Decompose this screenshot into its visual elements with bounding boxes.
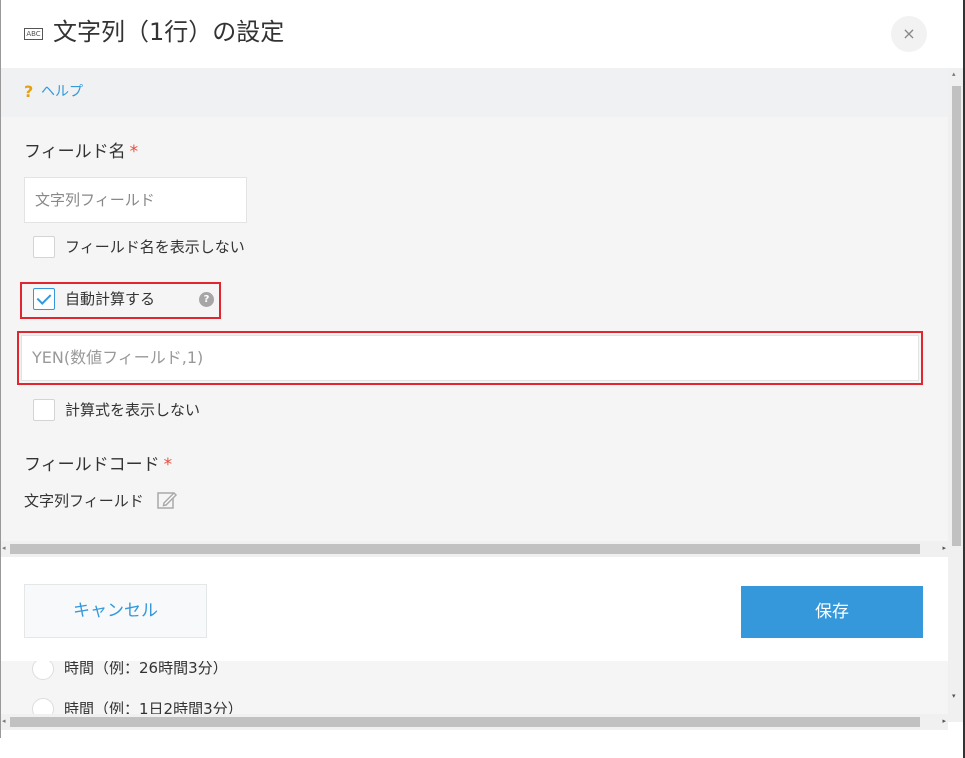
background-form: 時間（例：26時間3分） 時間（例：1日2時間3分） bbox=[0, 661, 948, 722]
horizontal-scrollbar[interactable]: ◂ ▸ bbox=[0, 541, 948, 557]
settings-dialog: ABC 文字列（1行）の設定 × ? ヘルプ フィールド名 * 文字列フィールド … bbox=[0, 0, 965, 758]
scroll-left-icon[interactable]: ◂ bbox=[2, 544, 6, 552]
hide-formula-checkbox[interactable] bbox=[33, 399, 55, 421]
edit-icon[interactable] bbox=[156, 489, 178, 511]
dialog-title: 文字列（1行）の設定 bbox=[53, 18, 285, 46]
field-code-label-text: フィールドコード bbox=[24, 455, 160, 475]
auto-calc-label: 自動計算する bbox=[65, 290, 156, 308]
abc-text-icon: ABC bbox=[24, 28, 43, 40]
help-circle-icon[interactable]: ? bbox=[199, 292, 214, 307]
bottom-strip bbox=[0, 738, 965, 758]
hide-field-name-checkbox[interactable] bbox=[33, 236, 55, 258]
auto-calc-checkbox[interactable] bbox=[33, 288, 55, 310]
help-bar: ? ヘルプ bbox=[0, 68, 948, 117]
scroll-left-icon[interactable]: ◂ bbox=[2, 717, 6, 725]
scroll-down-icon[interactable]: ▾ bbox=[952, 692, 956, 700]
hide-field-name-row[interactable]: フィールド名を表示しない bbox=[33, 236, 273, 260]
save-button[interactable]: 保存 bbox=[741, 586, 923, 638]
dialog-footer: キャンセル 保存 bbox=[0, 557, 948, 661]
scroll-right-icon[interactable]: ▸ bbox=[942, 717, 946, 725]
required-mark-code: * bbox=[163, 455, 173, 475]
required-mark: * bbox=[129, 142, 139, 162]
scrollbar-thumb[interactable] bbox=[952, 86, 961, 546]
scroll-up-icon[interactable]: ▴ bbox=[952, 70, 956, 78]
scrollbar-thumb[interactable] bbox=[10, 544, 920, 554]
field-code-label: フィールドコード * bbox=[24, 453, 172, 477]
question-icon: ? bbox=[24, 82, 34, 101]
close-button[interactable]: × bbox=[891, 16, 927, 52]
formula-input[interactable]: YEN(数値フィールド,1) bbox=[21, 335, 919, 381]
field-name-label: フィールド名 * bbox=[24, 140, 138, 164]
scroll-right-icon[interactable]: ▸ bbox=[942, 544, 946, 552]
help-link[interactable]: ヘルプ bbox=[41, 81, 83, 103]
radio-label: 時間（例：26時間3分） bbox=[64, 661, 228, 677]
hide-formula-row[interactable]: 計算式を表示しない bbox=[33, 399, 253, 423]
page-horizontal-scrollbar[interactable]: ◂ ▸ bbox=[0, 714, 948, 730]
auto-calc-row[interactable]: 自動計算する ? bbox=[33, 288, 218, 312]
field-name-input[interactable]: 文字列フィールド bbox=[24, 177, 247, 223]
radio-button[interactable] bbox=[32, 661, 54, 680]
hide-formula-label: 計算式を表示しない bbox=[65, 401, 201, 419]
field-code-value: 文字列フィールド bbox=[24, 492, 144, 510]
cancel-button[interactable]: キャンセル bbox=[24, 584, 207, 638]
border-left bbox=[0, 0, 1, 738]
dialog-header: ABC 文字列（1行）の設定 × bbox=[0, 0, 948, 68]
hide-field-name-label: フィールド名を表示しない bbox=[65, 238, 245, 256]
scrollbar-thumb[interactable] bbox=[10, 717, 920, 727]
field-name-label-text: フィールド名 bbox=[24, 142, 126, 162]
